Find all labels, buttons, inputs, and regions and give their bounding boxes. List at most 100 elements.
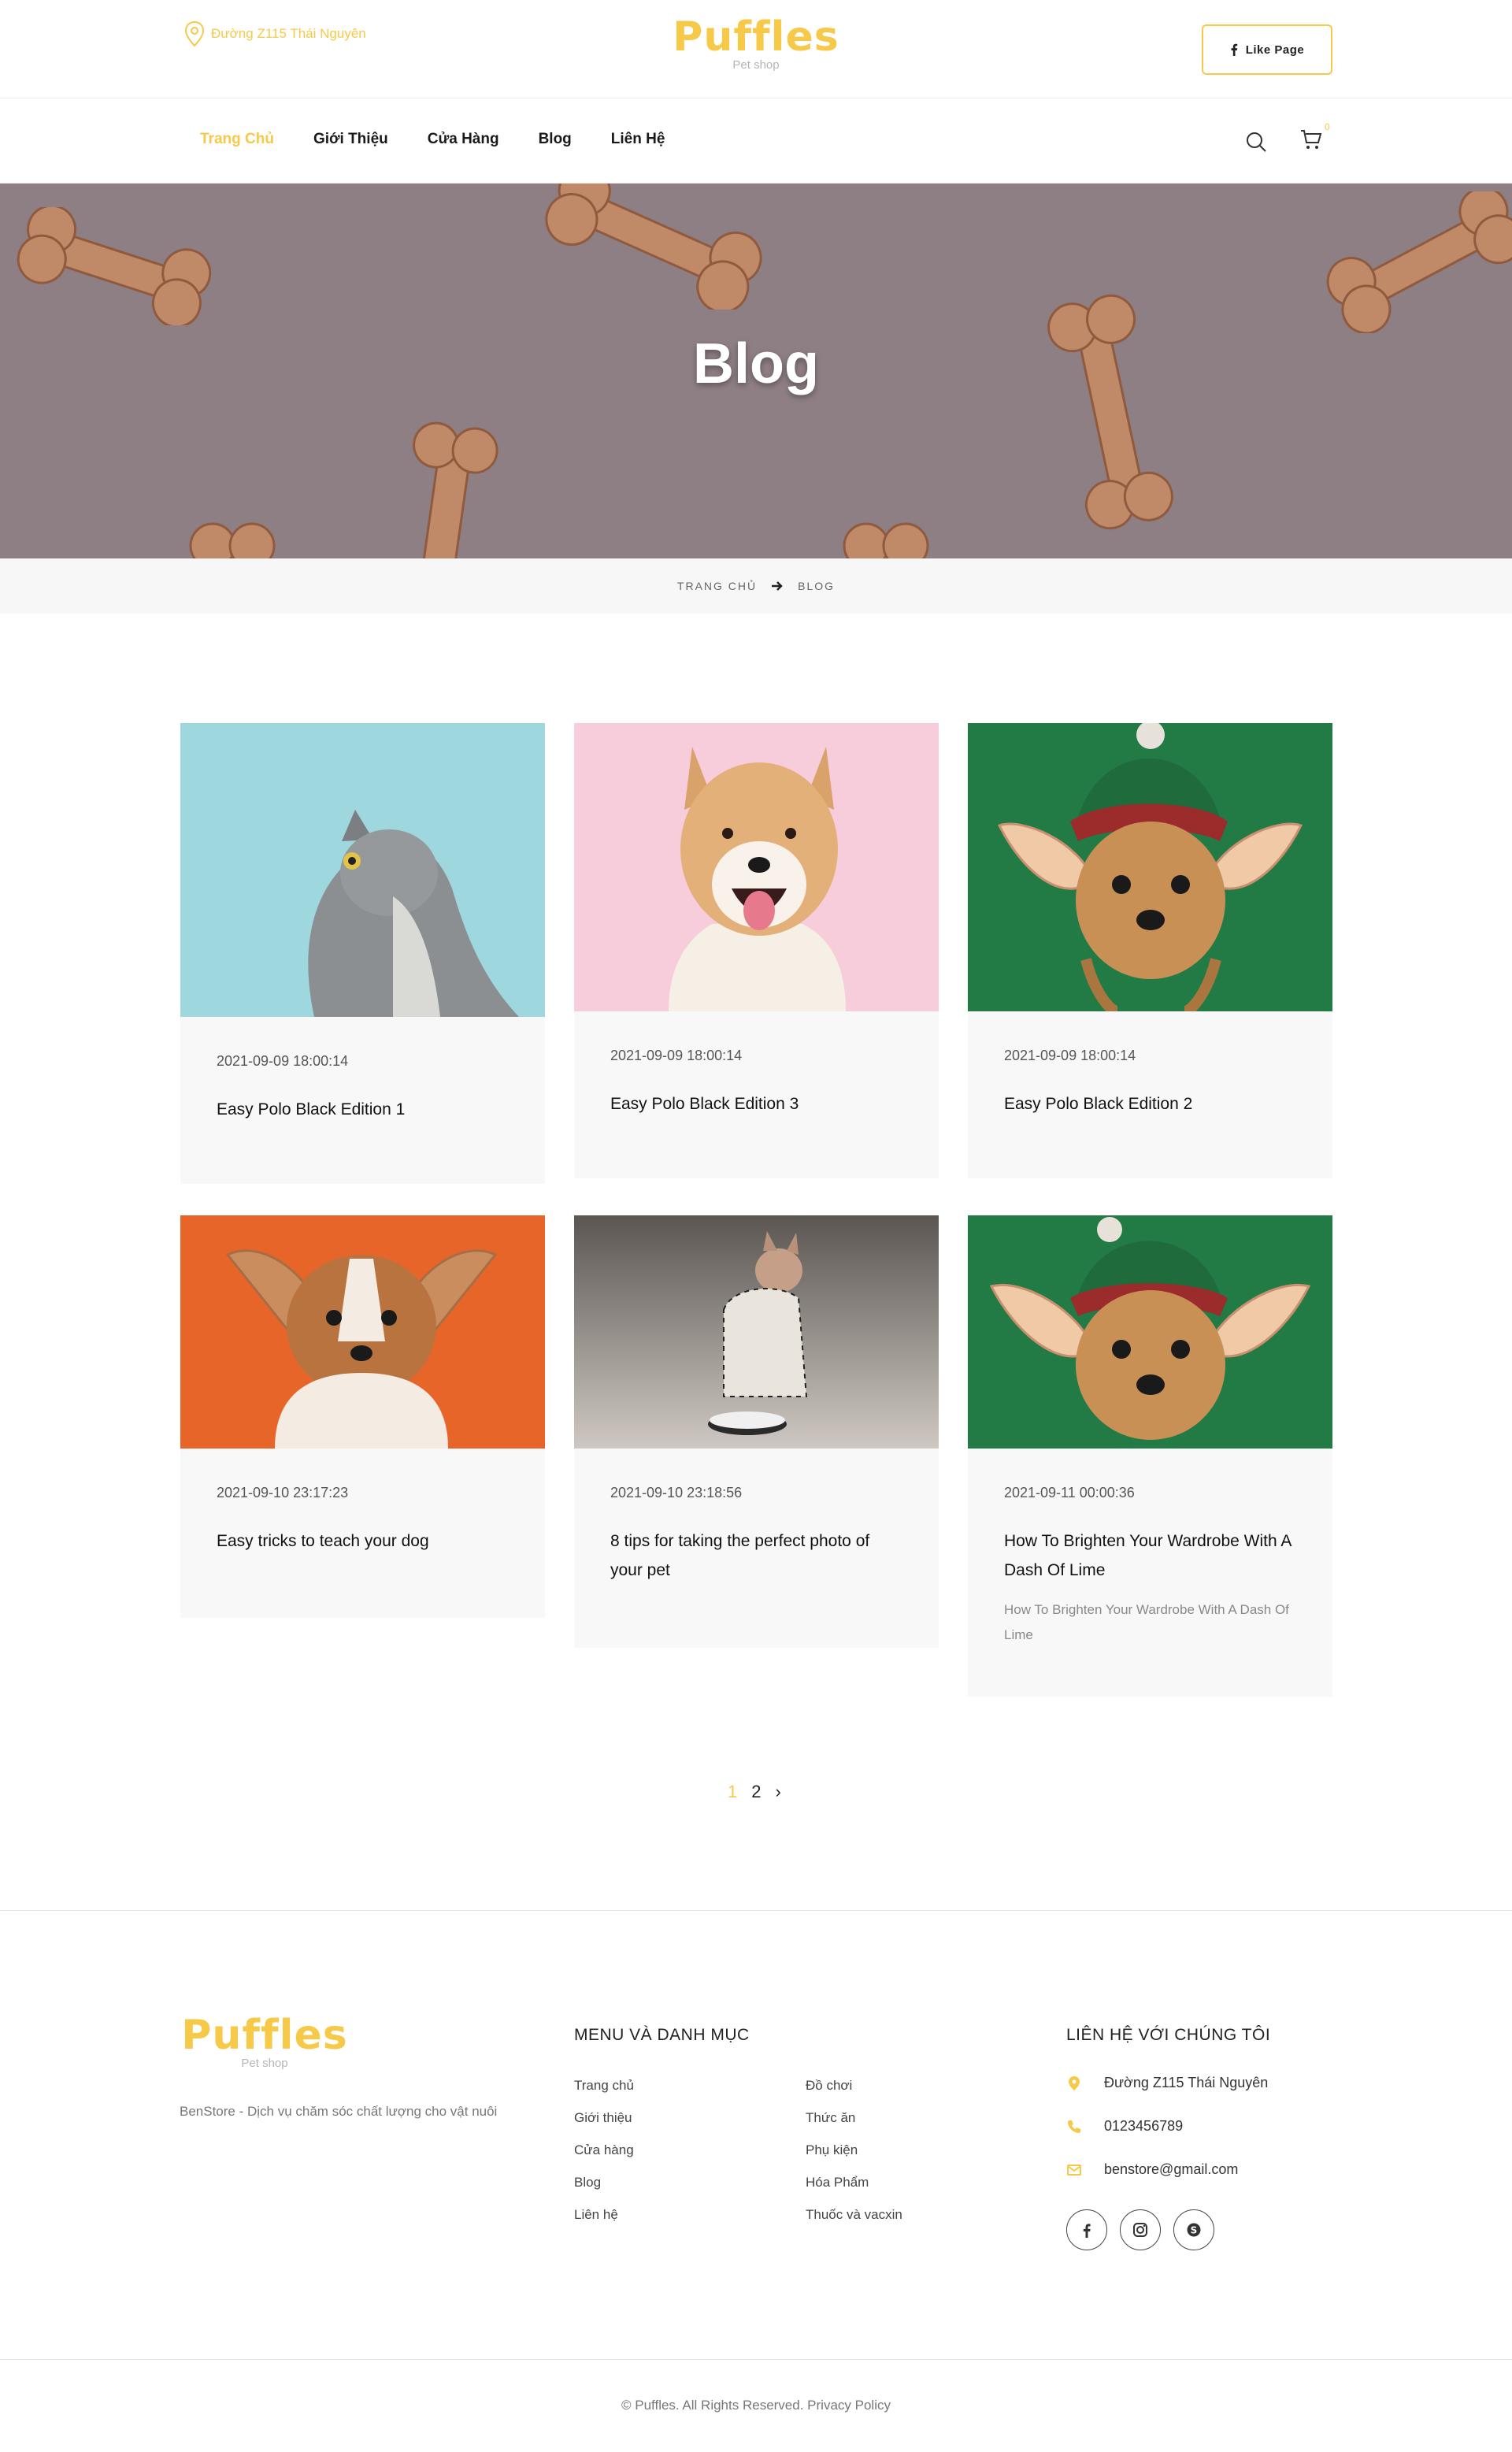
post-date: 2021-09-09 18:00:14 [610, 1048, 743, 1063]
blog-post-card[interactable]: 2021-09-09 18:00:14 Easy Polo Black Edit… [968, 723, 1332, 1178]
cart-button[interactable]: 0 [1299, 121, 1330, 155]
footer-link-about[interactable]: Giới thiệu [574, 2110, 632, 2126]
yorkie-photo [968, 1215, 1332, 1449]
mail-icon [1067, 2164, 1081, 2176]
nav-item-home[interactable]: Trang Chủ [200, 131, 274, 148]
bone-image [1047, 294, 1173, 530]
map-pin-icon [1069, 2075, 1080, 2090]
header-address-text: Đường Z115 Thái Nguyên [211, 26, 366, 41]
cat-photo [180, 723, 545, 1017]
post-image[interactable] [968, 1215, 1332, 1449]
post-date: 2021-09-09 18:00:14 [1004, 1048, 1136, 1063]
bone-image [545, 184, 762, 310]
footer-email-text[interactable]: benstore@gmail.com [1104, 2161, 1238, 2178]
phone-icon [1068, 2120, 1080, 2133]
post-title[interactable]: Easy Polo Black Edition 1 [217, 1095, 509, 1124]
shiba-photo [574, 723, 939, 1011]
footer-divider [0, 1910, 1512, 1911]
post-title[interactable]: How To Brighten Your Wardrobe With A Das… [1004, 1526, 1296, 1585]
blog-post-card[interactable]: 2021-09-10 23:18:56 8 tips for taking th… [574, 1215, 939, 1648]
footer-address: Đường Z115 Thái Nguyên [1066, 2075, 1268, 2091]
footer-link-shop[interactable]: Cửa hàng [574, 2142, 634, 2158]
page-current: 1 [728, 1782, 738, 1801]
post-image[interactable] [574, 1215, 939, 1449]
like-page-button[interactable]: Like Page [1202, 24, 1332, 75]
post-date: 2021-09-10 23:17:23 [217, 1485, 349, 1501]
blog-post-card[interactable]: 2021-09-09 18:00:14 Easy Polo Black Edit… [180, 723, 545, 1184]
post-image[interactable] [180, 723, 545, 1017]
facebook-icon [1083, 2224, 1091, 2238]
footer-logo[interactable]: Puffles Pet shop [180, 2012, 350, 2070]
footer-link-toys[interactable]: Đồ chơi [806, 2078, 852, 2094]
footer-menu-heading: MENU VÀ DANH MỤC [574, 2026, 750, 2044]
bone-image [843, 522, 929, 558]
footer-phone: 0123456789 [1066, 2118, 1183, 2135]
footer-link-medicine[interactable]: Thuốc và vacxin [806, 2207, 902, 2223]
instagram-icon [1133, 2223, 1147, 2237]
footer-link-home[interactable]: Trang chủ [574, 2078, 634, 2094]
svg-text:S: S [1191, 2225, 1198, 2236]
footer-logo-text: Puffles [181, 2012, 348, 2059]
footer-link-accessories[interactable]: Phụ kiện [806, 2142, 858, 2158]
post-title[interactable]: Easy Polo Black Edition 2 [1004, 1089, 1296, 1118]
post-excerpt: How To Brighten Your Wardrobe With A Das… [1004, 1602, 1289, 1642]
map-pin-icon [184, 20, 205, 47]
blog-post-card[interactable]: 2021-09-09 18:00:14 Easy Polo Black Edit… [574, 723, 939, 1178]
hero-banner: Blog [0, 184, 1512, 558]
top-bar: Đường Z115 Thái Nguyên Puffles Pet shop … [0, 0, 1512, 98]
footer-link-blog[interactable]: Blog [574, 2175, 601, 2190]
post-date: 2021-09-11 00:00:36 [1004, 1485, 1135, 1501]
post-image[interactable] [968, 723, 1332, 1011]
post-title[interactable]: Easy Polo Black Edition 3 [610, 1089, 902, 1118]
footer-link-food[interactable]: Thức ăn [806, 2110, 855, 2126]
nav-item-shop[interactable]: Cửa Hàng [428, 131, 499, 148]
post-image[interactable] [180, 1215, 545, 1449]
page-title: Blog [693, 332, 819, 395]
footer-bottom-divider [0, 2359, 1512, 2360]
facebook-icon [1231, 43, 1237, 56]
like-page-label: Like Page [1245, 43, 1305, 57]
post-image[interactable] [574, 723, 939, 1011]
post-date: 2021-09-09 18:00:14 [217, 1053, 349, 1069]
nav-item-blog[interactable]: Blog [539, 131, 572, 148]
blog-post-card[interactable]: 2021-09-11 00:00:36 How To Brighten Your… [968, 1215, 1332, 1697]
footer-email: benstore@gmail.com [1066, 2161, 1238, 2178]
instagram-social-button[interactable] [1120, 2209, 1161, 2250]
breadcrumb-current: BLOG [798, 580, 836, 592]
cart-icon [1301, 130, 1322, 149]
footer-phone-text[interactable]: 0123456789 [1104, 2118, 1183, 2135]
pagination: 1 2 › [728, 1782, 781, 1802]
bone-image [1326, 191, 1512, 333]
footer-contact-heading: LIÊN HỆ VỚI CHÚNG TÔI [1066, 2026, 1271, 2044]
logo-text: Puffles [673, 13, 839, 61]
facebook-social-button[interactable] [1066, 2209, 1107, 2250]
post-date: 2021-09-10 23:18:56 [610, 1485, 743, 1501]
bone-image [189, 522, 276, 558]
page-2-link[interactable]: 2 [751, 1782, 761, 1802]
skype-social-button[interactable]: S [1173, 2209, 1214, 2250]
sphynx-cat-photo [574, 1215, 939, 1449]
site-logo[interactable]: Puffles Pet shop [671, 14, 841, 72]
nav-item-contact[interactable]: Liên Hệ [611, 131, 665, 148]
post-title[interactable]: Easy tricks to teach your dog [217, 1526, 509, 1556]
footer-tagline: BenStore - Dịch vụ chăm sóc chất lượng c… [180, 2104, 498, 2119]
post-title[interactable]: 8 tips for taking the perfect photo of y… [610, 1526, 902, 1585]
bone-image [413, 421, 498, 558]
copyright-text: © Puffles. All Rights Reserved. Privacy … [621, 2398, 891, 2413]
footer-address-text: Đường Z115 Thái Nguyên [1104, 2075, 1269, 2090]
nav-item-about[interactable]: Giới Thiệu [313, 131, 388, 148]
breadcrumb: TRANG CHỦ BLOG [0, 558, 1512, 614]
arrow-right-icon [772, 581, 783, 591]
bone-image [17, 207, 212, 325]
main-nav: Trang Chủ Giới Thiệu Cửa Hàng Blog Liên … [0, 99, 1512, 184]
yorkie-photo [968, 723, 1332, 1011]
footer-link-chemicals[interactable]: Hóa Phẩm [806, 2175, 869, 2190]
search-icon[interactable] [1244, 130, 1268, 154]
blog-post-card[interactable]: 2021-09-10 23:17:23 Easy tricks to teach… [180, 1215, 545, 1618]
skype-icon: S [1187, 2223, 1201, 2237]
corgi-photo [180, 1215, 545, 1449]
footer-link-contact[interactable]: Liên hệ [574, 2207, 618, 2223]
breadcrumb-home[interactable]: TRANG CHỦ [677, 580, 757, 592]
cart-count-badge: 0 [1325, 121, 1330, 132]
next-page-arrow[interactable]: › [776, 1782, 781, 1802]
